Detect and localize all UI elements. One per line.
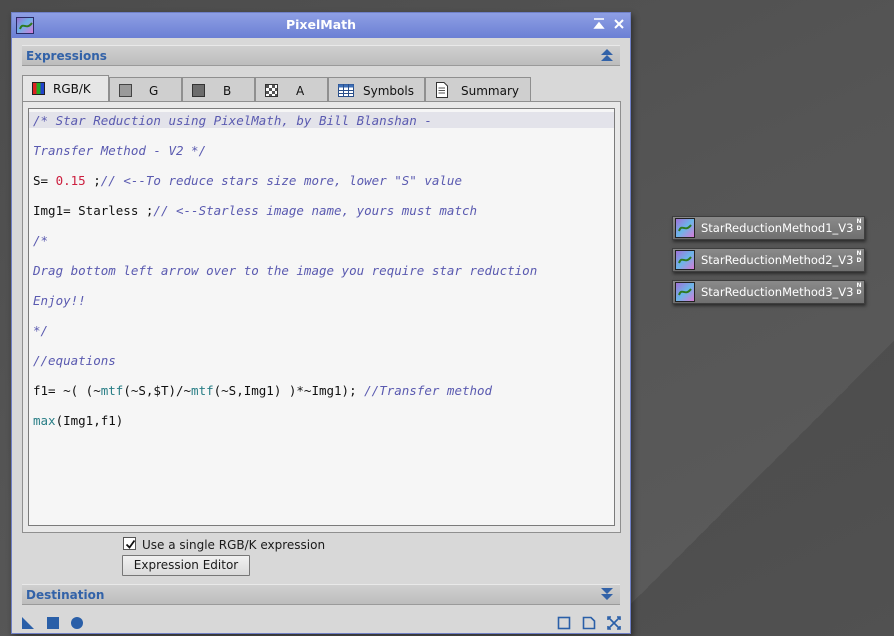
apply-global-square-icon[interactable] [46,616,60,630]
code-line-8: */ [33,323,49,338]
code-line-11: max(Img1,f1) [33,413,124,428]
code-line-1: /* Star Reduction using PixelMath, by Bi… [33,113,432,128]
tab-b-label: B [223,84,232,98]
table-icon [338,84,354,97]
tab-symbols-label: Symbols [363,84,414,98]
tab-g-label: G [149,84,159,98]
document-icon [436,82,448,98]
tab-summary-label: Summary [461,84,519,98]
process-icon-star-reduction-1[interactable]: StarReductionMethod1_V3 ND [672,216,865,240]
tab-rgbk[interactable]: RGB/K [22,75,109,102]
single-rgbk-expression-label[interactable]: Use a single RGB/K expression [142,538,325,552]
expand-arrow-icon[interactable] [600,587,614,602]
shade-window-icon[interactable] [592,18,606,32]
tab-a-label: A [296,84,305,98]
tab-rgbk-label: RGB/K [53,82,91,96]
collapse-arrow-icon[interactable] [600,48,614,63]
edit-instance-icon[interactable] [582,616,596,630]
code-line-4: Img1= Starless ;// <--Starless image nam… [33,203,478,218]
process-icon-nd-badge: ND [856,250,862,264]
process-thumbnail-icon [675,250,695,270]
code-line-10: f1= ~( (~mtf(~S,$T)/~mtf(~S,Img1) )*~Img… [33,383,493,398]
code-line-9: //equations [33,353,116,368]
code-line-2: Transfer Method - V2 */ [33,143,207,158]
expression-editor-button[interactable]: Expression Editor [122,555,250,576]
checkmark-icon [125,539,136,549]
tab-summary[interactable]: Summary [425,77,531,102]
single-rgbk-expression-checkbox[interactable] [123,537,136,550]
process-icon-star-reduction-2[interactable]: StarReductionMethod2_V3 ND [672,248,865,272]
window-title: PixelMath [285,17,357,32]
tab-b[interactable]: B [182,77,255,102]
tab-symbols[interactable]: Symbols [328,77,425,102]
process-icon-nd-badge: ND [856,282,862,296]
code-line-5: /* [33,233,49,248]
rgbk-tab-panel: /* Star Reduction using PixelMath, by Bi… [22,101,621,533]
tab-a[interactable]: A [255,77,328,102]
process-icon-label: StarReductionMethod2_V3 [701,253,854,267]
new-instance-triangle-icon[interactable] [21,616,35,630]
process-thumbnail-icon [675,282,695,302]
title-bar[interactable]: PixelMath [12,13,630,38]
desktop-background [630,310,894,636]
code-line-3: S= 0.15 ;// <--To reduce stars size more… [33,173,462,188]
process-icon-label: StarReductionMethod1_V3 [701,221,854,235]
tab-g[interactable]: G [109,77,182,102]
reset-instance-icon[interactable] [607,616,621,630]
browse-documentation-icon[interactable] [557,616,571,630]
green-channel-icon [119,84,132,97]
expression-editor[interactable]: /* Star Reduction using PixelMath, by Bi… [28,108,615,526]
code-line-7: Enjoy!! [33,293,86,308]
process-icon-star-reduction-3[interactable]: StarReductionMethod3_V3 ND [672,280,865,304]
code-line-6: Drag bottom left arrow over to the image… [33,263,538,278]
blue-channel-icon [192,84,205,97]
apply-circle-icon[interactable] [70,616,84,630]
process-icon-nd-badge: ND [856,218,862,232]
pixelmath-window: PixelMath Expressions RGB/K G B A Symbol… [11,12,631,634]
close-window-icon[interactable] [612,18,626,32]
destination-section-label: Destination [26,588,105,602]
rgb-channel-icon [32,82,45,95]
process-thumbnail-icon [675,218,695,238]
process-icon-label: StarReductionMethod3_V3 [701,285,854,299]
expressions-section-header[interactable]: Expressions [22,45,620,66]
destination-section-header[interactable]: Destination [22,584,620,605]
alpha-channel-icon [265,84,278,97]
expressions-section-label: Expressions [26,49,107,63]
